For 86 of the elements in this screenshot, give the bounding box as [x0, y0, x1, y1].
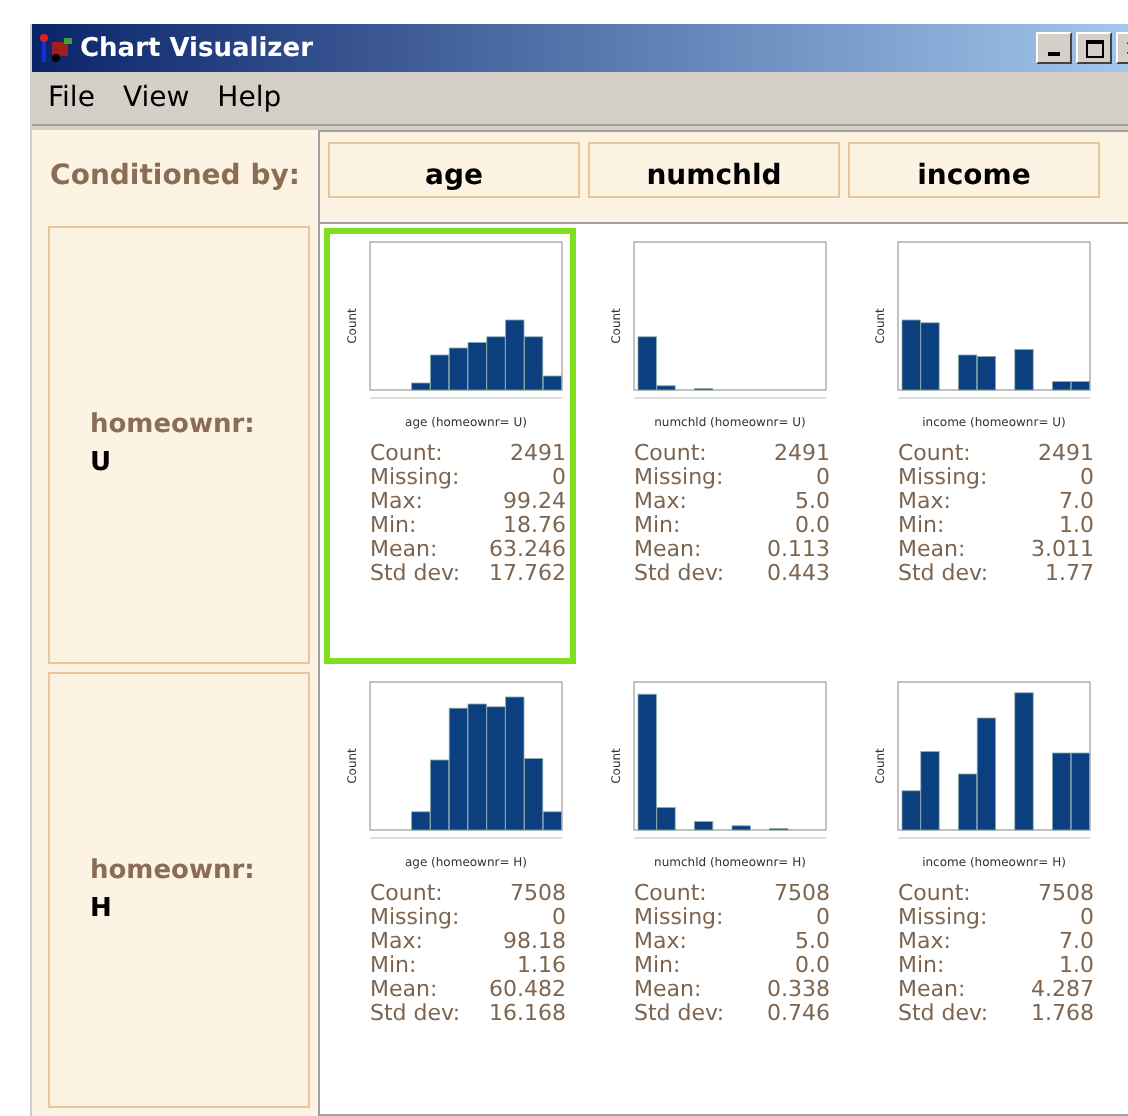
stat-value: 0.746: [765, 1002, 830, 1026]
stat-label: Count:: [370, 442, 445, 466]
stat-value: 5.0: [793, 930, 830, 954]
row-header[interactable]: homeownr: H: [48, 671, 310, 1108]
stat-value: 98.18: [501, 930, 566, 954]
stat-label: Max:: [370, 930, 423, 954]
stat-value: 7508: [1036, 882, 1094, 906]
stat-value: 7.0: [1057, 930, 1094, 954]
stat-label: Missing:: [370, 906, 462, 930]
stat-value: 17.762: [487, 562, 566, 586]
stat-value: 0: [550, 906, 566, 930]
stat-label: Max:: [898, 490, 951, 514]
stat-value: 0.0: [793, 954, 830, 978]
stat-label: Min:: [898, 954, 947, 978]
stat-label: Missing:: [634, 466, 726, 490]
stat-label: Count:: [634, 442, 709, 466]
stat-value: 1.77: [1043, 562, 1094, 586]
window-title: Chart Visualizer: [80, 33, 313, 63]
stat-value: 1.16: [515, 954, 566, 978]
stat-value: 7508: [508, 882, 566, 906]
column-header[interactable]: numchld: [588, 142, 840, 198]
stat-label: Count:: [634, 882, 709, 906]
stat-value: 4.287: [1029, 978, 1094, 1002]
stat-value: 7508: [772, 882, 830, 906]
stat-value: 2491: [1036, 442, 1094, 466]
stat-label: Min:: [634, 514, 683, 538]
stat-label: Min:: [898, 514, 947, 538]
stat-value: 18.76: [501, 514, 566, 538]
stat-value: 2491: [772, 442, 830, 466]
stat-label: Max:: [634, 490, 687, 514]
stat-label: Mean:: [634, 978, 704, 1002]
stat-label: Count:: [898, 442, 973, 466]
stat-label: Std dev:: [370, 562, 463, 586]
stat-label: Mean:: [370, 978, 440, 1002]
column-header[interactable]: age: [328, 142, 580, 198]
stat-label: Min:: [370, 514, 419, 538]
stat-label: Mean:: [634, 538, 704, 562]
row-header[interactable]: homeownr: U: [48, 226, 310, 663]
stat-label: Std dev:: [898, 562, 991, 586]
stat-value: 0: [550, 466, 566, 490]
stat-label: Missing:: [370, 466, 462, 490]
stat-label: Std dev:: [634, 1002, 727, 1026]
stat-value: 63.246: [487, 538, 566, 562]
stat-label: Count:: [898, 882, 973, 906]
app-icon: [38, 32, 74, 64]
stat-value: 0: [814, 906, 830, 930]
stat-label: Min:: [634, 954, 683, 978]
stat-value: 0: [1078, 466, 1094, 490]
stat-value: 3.011: [1029, 538, 1094, 562]
menu-item[interactable]: View: [122, 82, 190, 114]
stat-value: 99.24: [501, 490, 566, 514]
stat-value: 2491: [508, 442, 566, 466]
maximize-button[interactable]: [1076, 32, 1112, 64]
menu-item[interactable]: Help: [217, 82, 282, 114]
stat-value: 1.0: [1057, 514, 1094, 538]
stat-label: Std dev:: [634, 562, 727, 586]
conditioned-label: Conditioned by:: [50, 160, 300, 192]
stat-value: 1.768: [1029, 1002, 1094, 1026]
stat-value: 5.0: [793, 490, 830, 514]
maximize-icon: [1085, 39, 1103, 57]
stat-label: Missing:: [898, 906, 990, 930]
stat-value: 16.168: [487, 1002, 566, 1026]
stat-label: Max:: [370, 490, 423, 514]
stat-value: 7.0: [1057, 490, 1094, 514]
stat-value: 60.482: [487, 978, 566, 1002]
stat-value: 0.443: [765, 562, 830, 586]
stat-label: Missing:: [898, 466, 990, 490]
stat-label: Count:: [370, 882, 445, 906]
stat-value: 0: [814, 466, 830, 490]
minimize-button[interactable]: [1036, 32, 1072, 64]
stat-label: Std dev:: [370, 1002, 463, 1026]
stat-value: 1.0: [1057, 954, 1094, 978]
stat-value: 0: [1078, 906, 1094, 930]
stat-value: 0.0: [793, 514, 830, 538]
stat-label: Std dev:: [898, 1002, 991, 1026]
stat-value: 0.338: [765, 978, 830, 1002]
menu-item[interactable]: File: [48, 82, 95, 114]
stat-label: Min:: [370, 954, 419, 978]
stat-label: Max:: [898, 930, 951, 954]
column-header[interactable]: income: [848, 142, 1100, 198]
stat-label: Missing:: [634, 906, 726, 930]
stat-value: 0.113: [765, 538, 830, 562]
stat-label: Max:: [634, 930, 687, 954]
stat-label: Mean:: [898, 538, 968, 562]
stat-label: Mean:: [370, 538, 440, 562]
stat-label: Mean:: [898, 978, 968, 1002]
